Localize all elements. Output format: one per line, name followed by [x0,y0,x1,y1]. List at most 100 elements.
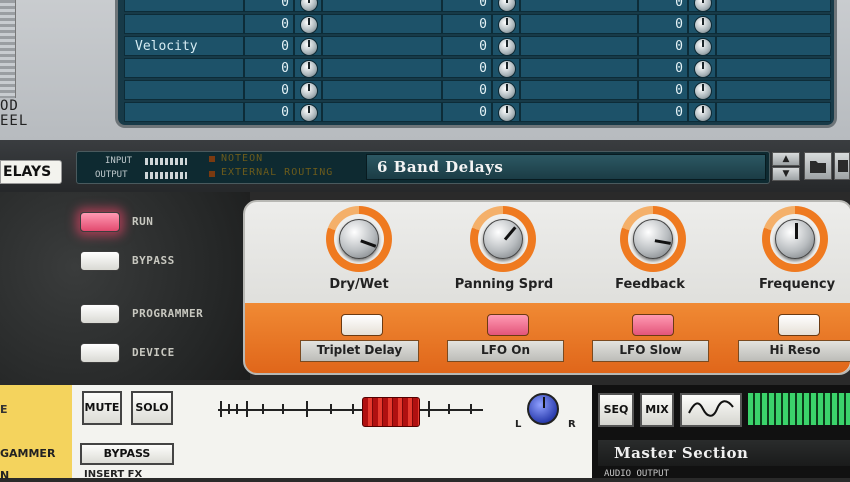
amount-knob-icon[interactable] [300,38,318,56]
fader-scale-tick [448,404,450,414]
row-label [124,102,244,122]
patch-name-display[interactable]: 6 Band Delays [366,154,766,180]
mod-wheel-graphic[interactable] [0,0,16,98]
amount-knob-icon[interactable] [694,60,712,78]
fader-scale-tick [220,401,222,417]
row-value[interactable]: 0 [638,0,688,12]
bypass-button[interactable] [80,251,120,271]
amount-knob-icon[interactable] [498,104,516,122]
insert-bypass-button[interactable]: BYPASS [80,443,174,465]
row-value[interactable]: 0 [442,0,492,12]
lfo-on-toggle[interactable] [487,314,529,336]
row-value[interactable]: 0 [638,58,688,78]
lfo-on-label: LFO On [447,340,564,362]
patch-next-button[interactable]: ▼ [772,167,800,181]
save-patch-button[interactable] [834,152,850,180]
mix-button[interactable]: MIX [640,393,674,427]
frequency-label: Frequency [758,277,836,292]
fader-scale-tick [246,401,248,417]
solo-button[interactable]: SOLO [131,391,173,425]
row-value[interactable]: 0 [638,80,688,100]
lfo-slow-toggle[interactable] [632,314,674,336]
triplet-delay-toggle[interactable] [341,314,383,336]
folder-icon [810,161,826,173]
amount-knob-icon[interactable] [300,0,318,12]
row-value[interactable]: 0 [244,80,294,100]
amount-knob-icon[interactable] [498,38,516,56]
programmer-button[interactable] [80,304,120,324]
waveform-icon [688,400,734,417]
amount-knob-icon[interactable] [498,82,516,100]
input-meter [145,158,187,165]
waveform-button[interactable] [680,393,742,427]
level-fader-handle[interactable] [362,397,420,427]
table-row: 0 0 0 [118,57,834,79]
insert-fx-label: INSERT FX [84,469,143,480]
input-label: INPUT [105,156,133,166]
table-row: Velocity 0 0 0 [118,35,834,57]
mute-button[interactable]: MUTE [82,391,122,425]
hi-reso-label: Hi Reso [738,340,850,362]
wheel-label-top: OD [0,98,19,114]
hi-reso-toggle[interactable] [778,314,820,336]
amount-knob-icon[interactable] [694,16,712,34]
patch-prev-button[interactable]: ▲ [772,152,800,166]
row-value[interactable]: 0 [244,58,294,78]
row-value[interactable]: 0 [638,36,688,56]
row-value[interactable]: 0 [244,0,294,12]
run-button[interactable] [80,212,120,232]
programmer-label: PROGRAMMER [132,307,204,320]
row-value[interactable]: 0 [442,80,492,100]
fader-track[interactable] [218,409,483,411]
programmer-table: 0 0 0 0 0 0 Velocity 0 0 0 0 0 0 0 0 0 0 0 0 [115,0,837,128]
seq-button[interactable]: SEQ [598,393,634,427]
feedback-knob[interactable] [633,219,673,259]
row-value[interactable]: 0 [442,14,492,34]
routing-led [209,171,215,177]
wheel-label-bottom: EEL [0,113,29,129]
knob-pointer [654,239,671,245]
row-value[interactable]: 0 [638,102,688,122]
amount-knob-icon[interactable] [694,0,712,12]
amount-knob-icon[interactable] [694,82,712,100]
run-label: RUN [132,215,154,228]
amount-knob-icon[interactable] [300,82,318,100]
fader-scale-tick [228,404,230,414]
row-value[interactable]: 0 [442,102,492,122]
dry-wet-knob[interactable] [339,219,379,259]
row-value[interactable]: 0 [244,102,294,122]
row-value[interactable]: 0 [442,58,492,78]
routing-label: EXTERNAL ROUTING [221,167,334,178]
row-value[interactable]: 0 [638,14,688,34]
amount-knob-icon[interactable] [300,16,318,34]
amount-knob-icon[interactable] [694,104,712,122]
device-side-panel: RUN BYPASS PROGRAMMER DEVICE [0,192,250,380]
row-value[interactable]: 0 [244,36,294,56]
device-button[interactable] [80,343,120,363]
amount-knob-icon[interactable] [300,60,318,78]
disk-icon [838,160,848,172]
feedback-label: Feedback [615,277,685,292]
master-section-title: Master Section [598,440,850,466]
amount-knob-icon[interactable] [300,104,318,122]
amount-knob-icon[interactable] [498,16,516,34]
row-label [124,58,244,78]
button-strip [245,303,850,373]
frequency-knob[interactable] [775,219,815,259]
table-row: 0 0 0 [118,79,834,101]
pan-left-label: L [515,419,522,430]
browse-patch-button[interactable] [804,152,832,180]
knob-pointer [795,223,798,239]
amount-knob-icon[interactable] [498,0,516,12]
amount-knob-icon[interactable] [694,38,712,56]
fader-scale-tick [330,404,332,414]
panning-spread-knob[interactable] [483,219,523,259]
fader-scale-tick [236,404,238,414]
knob-pointer [360,239,377,248]
knob-pointer [503,226,517,241]
row-value[interactable]: 0 [244,14,294,34]
row-value[interactable]: 0 [442,36,492,56]
amount-knob-icon[interactable] [498,60,516,78]
device-name-tab[interactable]: ELAYS [0,160,62,184]
pan-knob[interactable] [527,393,559,425]
